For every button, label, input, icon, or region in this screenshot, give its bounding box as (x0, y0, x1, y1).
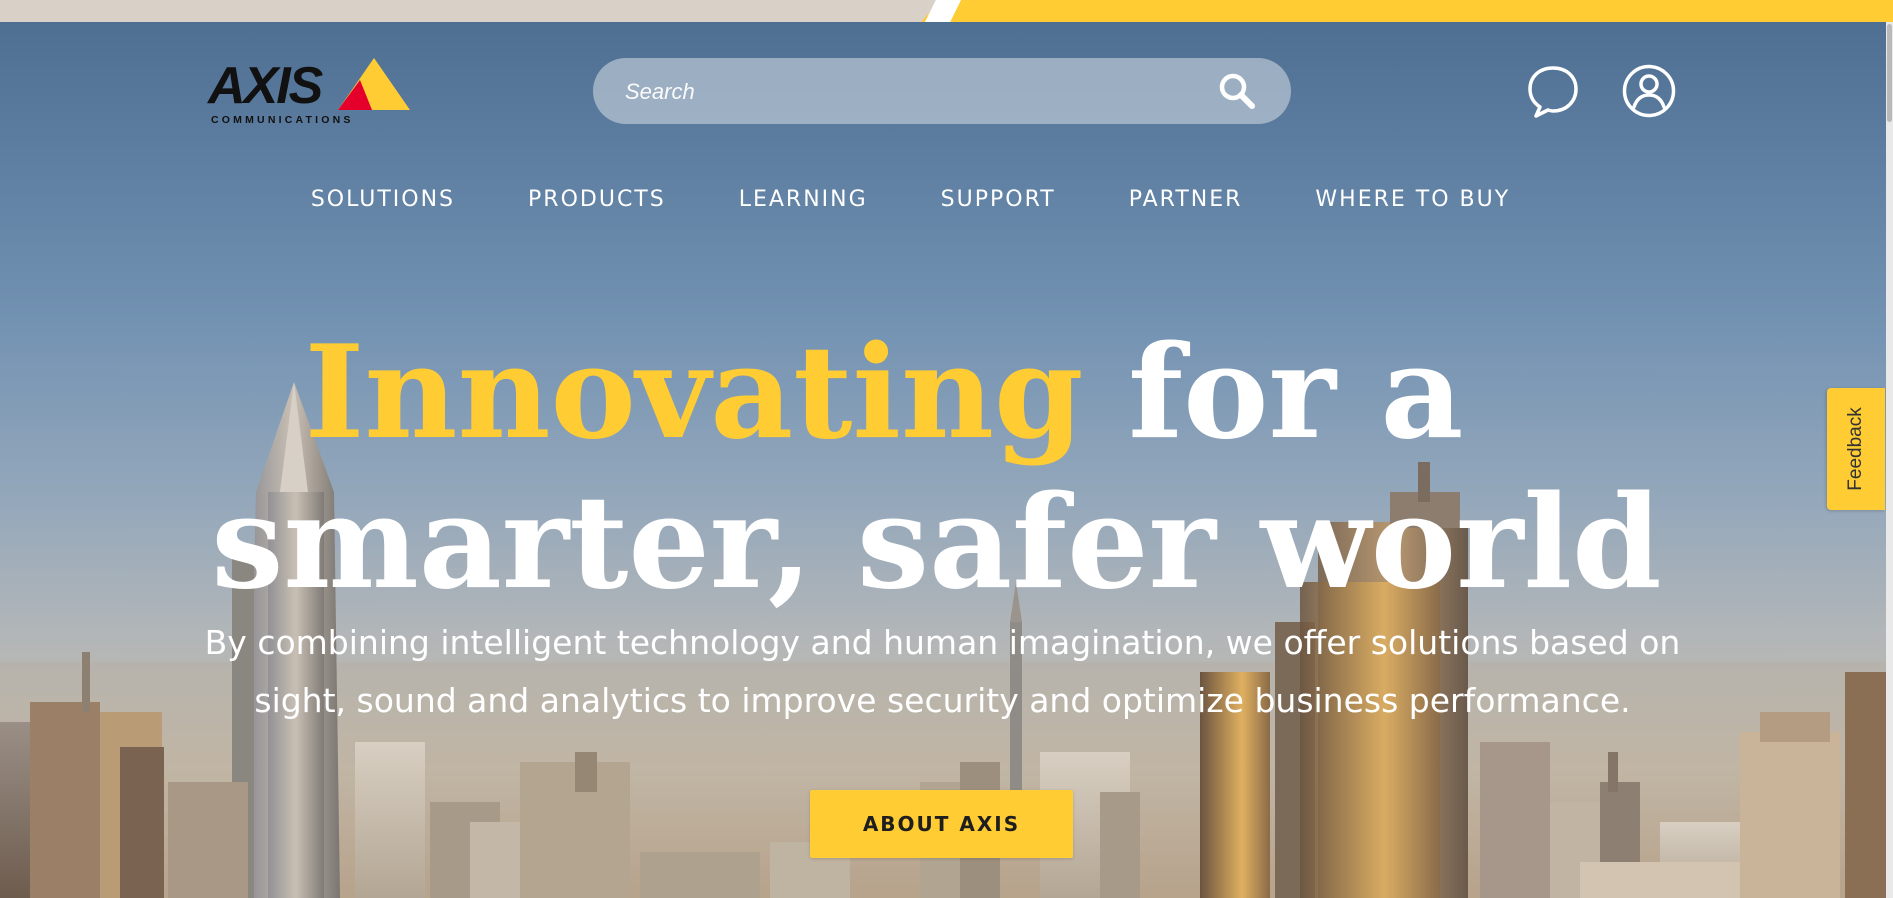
scrollbar-thumb[interactable] (1887, 24, 1892, 122)
nav-item-support[interactable]: SUPPORT (941, 182, 1056, 218)
logo-subtitle: COMMUNICATIONS (211, 114, 354, 126)
top-accent-stripe (0, 0, 1893, 22)
nav-item-where-to-buy[interactable]: WHERE TO BUY (1315, 182, 1510, 218)
chat-bubble-icon[interactable] (1526, 64, 1580, 120)
nav-item-partner[interactable]: PARTNER (1129, 182, 1243, 218)
nav-item-solutions[interactable]: SOLUTIONS (311, 182, 455, 218)
page: AXIS COMMUNICATIONS Search SOLUTIONS PRO… (0, 0, 1893, 898)
user-account-icon[interactable] (1622, 64, 1676, 118)
top-stripe-grey-segment (0, 0, 940, 22)
hero-headline-line-1: Innovating for a (0, 318, 1893, 468)
main-navigation: SOLUTIONS PRODUCTS LEARNING SUPPORT PART… (0, 182, 1893, 218)
hero-description: By combining intelligent technology and … (0, 614, 1893, 730)
hero-headline: Innovating for a smarter, safer world (0, 318, 1893, 618)
search-input[interactable] (623, 58, 1187, 126)
hero-headline-accent: Innovating (304, 318, 1084, 468)
logo-wordmark: AXIS (208, 57, 323, 115)
hero-description-line-1: By combining intelligent technology and … (204, 623, 1681, 662)
search-icon[interactable] (1217, 71, 1257, 111)
nav-item-products[interactable]: PRODUCTS (528, 182, 666, 218)
feedback-tab[interactable]: Feedback (1827, 388, 1885, 510)
page-scrollbar[interactable] (1886, 22, 1893, 898)
site-search (593, 58, 1291, 126)
axis-logo[interactable]: AXIS COMMUNICATIONS (208, 56, 410, 128)
hero-headline-line-2: smarter, safer world (211, 468, 1662, 618)
about-axis-button[interactable]: ABOUT AXIS (810, 790, 1073, 858)
hero-description-line-2: sight, sound and analytics to improve se… (254, 681, 1631, 720)
nav-item-learning[interactable]: LEARNING (739, 182, 868, 218)
hero-headline-line-1-rest: for a (1083, 318, 1464, 468)
feedback-label: Feedback (1845, 407, 1866, 491)
